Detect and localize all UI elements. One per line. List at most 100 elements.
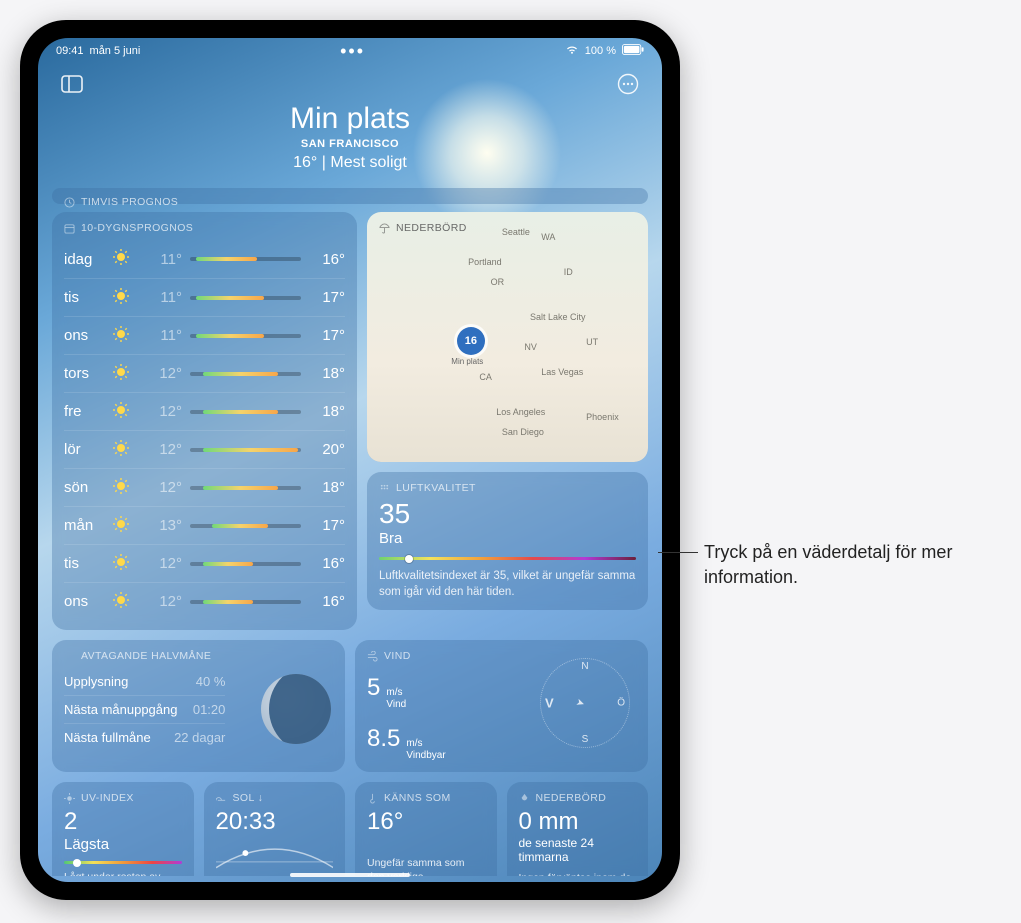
- screen: 09:41 mån 5 juni ••• 100 %: [38, 38, 662, 882]
- thermometer-icon: [367, 793, 378, 804]
- forecast-row[interactable]: sön 12° 18°: [64, 468, 345, 506]
- forecast-row[interactable]: idag 11° 16°: [64, 240, 345, 278]
- ten-day-forecast-card[interactable]: 10-DYGNSPROGNOS idag 11° 16° tis 11° 17°…: [52, 212, 357, 630]
- precip-desc: Ingen förväntas inom de närmaste 10 daga…: [519, 871, 637, 876]
- forecast-row[interactable]: tis 12° 16°: [64, 544, 345, 582]
- forecast-row[interactable]: tis 11° 17°: [64, 278, 345, 316]
- sunny-icon: [112, 325, 138, 347]
- forecast-row[interactable]: ons 12° 16°: [64, 582, 345, 620]
- forecast-high: 20°: [309, 441, 345, 458]
- feels-like-card[interactable]: KÄNNS SOM 16° Ungefär samma som den verk…: [355, 782, 497, 876]
- wifi-icon: [565, 45, 579, 58]
- forecast-high: 18°: [309, 365, 345, 382]
- forecast-high: 16°: [309, 555, 345, 572]
- temp-range-bar: [190, 448, 301, 452]
- aq-label: Bra: [379, 530, 636, 547]
- uv-value: 2: [64, 810, 182, 834]
- precipitation-card[interactable]: NEDERBÖRD 0 mm de senaste 24 timmarna In…: [507, 782, 649, 876]
- more-options-icon[interactable]: [614, 70, 642, 98]
- map-city-label: UT: [586, 337, 598, 347]
- moon-icon: [64, 651, 75, 662]
- forecast-row[interactable]: lör 12° 20°: [64, 430, 345, 468]
- forecast-day: ons: [64, 593, 104, 610]
- battery-percent: 100 %: [585, 45, 616, 57]
- forecast-day: tis: [64, 555, 104, 572]
- forecast-high: 17°: [309, 517, 345, 534]
- forecast-low: 13°: [146, 517, 182, 534]
- forecast-day: mån: [64, 517, 104, 534]
- forecast-low: 12°: [146, 555, 182, 572]
- wind-arrow-icon: ➤: [575, 697, 587, 710]
- sunset-card[interactable]: SOL ↓ 20:33 Sol ↑: 05:57: [204, 782, 346, 876]
- temp-range-bar: [190, 524, 301, 528]
- moon-info-row: Upplysning40 %: [64, 668, 225, 695]
- map-city-label: ID: [564, 267, 573, 277]
- forecast-high: 18°: [309, 403, 345, 420]
- temp-range-bar: [190, 486, 301, 490]
- map-city-label: Los Angeles: [496, 407, 545, 417]
- sun-curve-graphic: [216, 840, 334, 872]
- droplet-icon: [519, 793, 530, 804]
- moon-phase-card[interactable]: AVTAGANDE HALVMÅNE Upplysning40 %Nästa m…: [52, 640, 345, 772]
- temp-range-bar: [190, 257, 301, 261]
- forecast-low: 11°: [146, 327, 182, 344]
- map-view[interactable]: 16 Min plats SeattleWAPortlandORIDSalt L…: [367, 212, 648, 462]
- uv-desc: Lågt under resten av dagen.: [64, 870, 182, 876]
- aq-description: Luftkvalitetsindexet är 35, vilket är un…: [379, 568, 636, 600]
- sunny-icon: [112, 515, 138, 537]
- map-city-label: Seattle: [502, 227, 530, 237]
- compass-graphic: N S Ö V ➤: [540, 658, 630, 748]
- forecast-day: tis: [64, 289, 104, 306]
- wind-gust: 8.5 m/sVindbyar: [367, 725, 446, 762]
- status-date: mån 5 juni: [90, 45, 141, 57]
- forecast-day: fre: [64, 403, 104, 420]
- temp-range-bar: [190, 600, 301, 604]
- sunset-icon: [216, 793, 227, 804]
- sunset-time: 20:33: [216, 810, 334, 834]
- forecast-low: 11°: [146, 251, 182, 268]
- map-city-label: NV: [524, 342, 537, 352]
- map-city-label: Phoenix: [586, 412, 619, 422]
- sunny-icon: [112, 477, 138, 499]
- uv-scale-bar: [64, 861, 182, 864]
- forecast-low: 12°: [146, 479, 182, 496]
- precipitation-map-card[interactable]: NEDERBÖRD 16 Min plats SeattleWAPortland…: [367, 212, 648, 462]
- home-indicator[interactable]: [290, 873, 410, 877]
- sun-icon: [64, 793, 75, 804]
- map-city-label: OR: [491, 277, 505, 287]
- forecast-row[interactable]: mån 13° 17°: [64, 506, 345, 544]
- forecast-high: 17°: [309, 289, 345, 306]
- map-location-pin[interactable]: 16: [457, 327, 485, 355]
- temp-range-bar: [190, 296, 301, 300]
- annotation-callout: Tryck på en väderdetalj för mer informat…: [704, 540, 984, 590]
- temp-range-bar: [190, 372, 301, 376]
- moon-graphic: [261, 674, 331, 744]
- wind-card[interactable]: VIND 5 m/sVind 8.5 m/sVindbyar N: [355, 640, 648, 772]
- location-subtitle: SAN FRANCISCO: [38, 138, 662, 150]
- sunny-icon: [112, 287, 138, 309]
- air-quality-card[interactable]: LUFTKVALITET 35 Bra Luftkvalitetsindexet…: [367, 472, 648, 610]
- temp-range-bar: [190, 334, 301, 338]
- aq-value: 35: [379, 500, 636, 528]
- forecast-row[interactable]: fre 12° 18°: [64, 392, 345, 430]
- umbrella-icon: [379, 223, 390, 234]
- moon-info-row: Nästa månuppgång01:20: [64, 695, 225, 723]
- hourly-forecast-card[interactable]: TIMVIS PROGNOS: [52, 188, 648, 204]
- forecast-high: 16°: [309, 593, 345, 610]
- map-pin-label: Min plats: [451, 357, 483, 366]
- location-title: Min plats: [38, 102, 662, 136]
- forecast-day: ons: [64, 327, 104, 344]
- uv-index-card[interactable]: UV-INDEX 2 Lägsta Lågt under resten av d…: [52, 782, 194, 876]
- forecast-row[interactable]: ons 11° 17°: [64, 316, 345, 354]
- forecast-low: 12°: [146, 441, 182, 458]
- sidebar-toggle-icon[interactable]: [58, 70, 86, 98]
- ipad-frame: 09:41 mån 5 juni ••• 100 %: [20, 20, 680, 900]
- forecast-high: 17°: [309, 327, 345, 344]
- forecast-row[interactable]: tors 12° 18°: [64, 354, 345, 392]
- forecast-day: sön: [64, 479, 104, 496]
- map-title: NEDERBÖRD: [396, 222, 467, 234]
- sunny-icon: [112, 363, 138, 385]
- map-city-label: Salt Lake City: [530, 312, 586, 322]
- map-city-label: Las Vegas: [541, 367, 583, 377]
- uv-label: Lägsta: [64, 836, 182, 853]
